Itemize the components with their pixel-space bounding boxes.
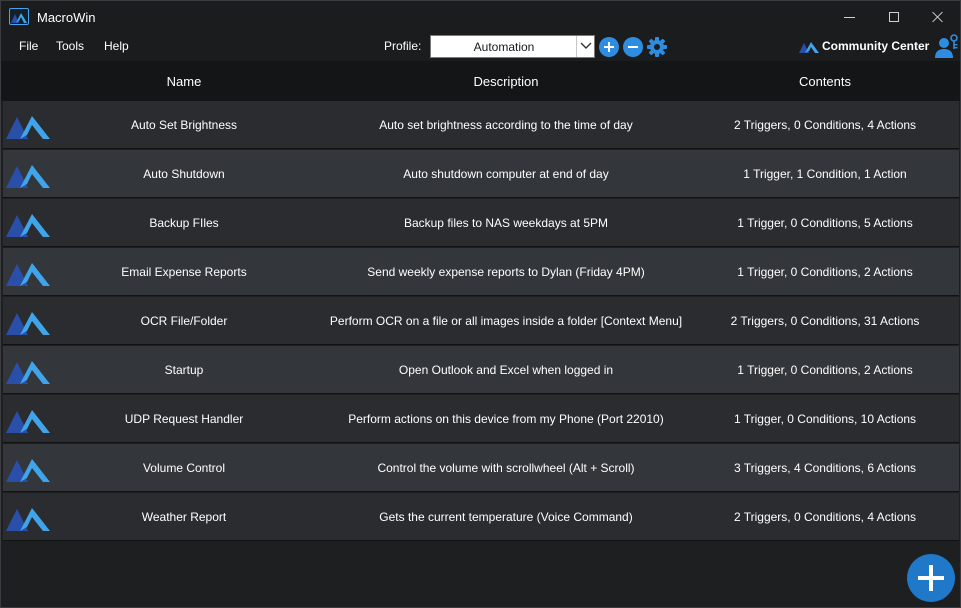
add-profile-button[interactable] — [599, 37, 619, 57]
app-window: MacroWin File Tools Help Profile: Automa… — [0, 0, 961, 608]
macro-name: Auto Set Brightness — [130, 118, 238, 132]
minimize-icon — [843, 16, 855, 18]
macro-logo-icon — [6, 113, 54, 144]
macro-contents: 2 Triggers, 0 Conditions, 31 Actions — [730, 314, 920, 328]
macro-logo-icon — [6, 456, 54, 487]
macro-description: Auto shutdown computer at end of day — [403, 167, 609, 181]
table-row[interactable]: Backup FIles Backup files to NAS weekdays… — [3, 199, 959, 247]
close-icon — [932, 11, 944, 23]
macro-description: Auto set brightness according to the tim… — [379, 118, 633, 132]
window-title: MacroWin — [37, 10, 96, 25]
profile-dropdown[interactable]: Automation — [430, 35, 595, 58]
community-center-link[interactable]: Community Center — [822, 39, 929, 53]
table-row[interactable]: Volume Control Control the volume with sc… — [3, 444, 959, 492]
column-header-description[interactable]: Description — [307, 74, 705, 89]
macro-description: Open Outlook and Excel when logged in — [398, 363, 614, 377]
chevron-down-icon[interactable] — [576, 36, 594, 57]
macrowin-logo-icon — [9, 8, 29, 25]
macro-name: Volume Control — [142, 461, 226, 475]
remove-profile-button[interactable] — [623, 37, 643, 57]
macro-contents: 1 Trigger, 0 Conditions, 5 Actions — [737, 216, 913, 230]
macro-name: OCR File/Folder — [140, 314, 228, 328]
table-row[interactable]: Startup Open Outlook and Excel when logge… — [3, 346, 959, 394]
close-button[interactable] — [915, 1, 961, 33]
menu-help[interactable]: Help — [104, 39, 129, 53]
macro-name: Startup — [164, 363, 204, 377]
table-row[interactable]: Email Expense Reports Send weekly expense… — [3, 248, 959, 296]
menu-tools[interactable]: Tools — [56, 39, 84, 53]
macro-contents: 1 Trigger, 1 Condition, 1 Action — [743, 167, 907, 181]
menu-bar: File Tools Help Profile: Automation Comm… — [1, 33, 960, 61]
macro-logo-icon — [6, 358, 54, 389]
macro-contents: 2 Triggers, 0 Conditions, 4 Actions — [733, 510, 917, 524]
macro-contents: 1 Trigger, 0 Conditions, 2 Actions — [737, 363, 913, 377]
macro-name: Backup FIles — [149, 216, 219, 230]
table-row[interactable]: Auto Set Brightness Auto set brightness a… — [3, 101, 959, 149]
macro-name: Auto Shutdown — [143, 167, 225, 181]
macro-description: Gets the current temperature (Voice Comm… — [379, 510, 633, 524]
column-header-contents[interactable]: Contents — [705, 74, 945, 89]
macro-logo-icon — [6, 260, 54, 291]
macro-logo-icon — [6, 309, 54, 340]
macro-name: UDP Request Handler — [124, 412, 244, 426]
add-macro-button[interactable] — [907, 554, 955, 602]
table-header: Name Description Contents — [1, 61, 960, 101]
profile-label: Profile: — [384, 39, 422, 53]
table-row[interactable]: Auto Shutdown Auto shutdown computer at e… — [3, 150, 959, 198]
gear-icon[interactable] — [646, 36, 668, 58]
macro-contents: 2 Triggers, 0 Conditions, 4 Actions — [733, 118, 917, 132]
macro-contents: 1 Trigger, 0 Conditions, 10 Actions — [733, 412, 917, 426]
macro-contents: 1 Trigger, 0 Conditions, 2 Actions — [737, 265, 913, 279]
macro-name: Email Expense Reports — [121, 265, 247, 279]
table-row[interactable]: UDP Request Handler Perform actions on th… — [3, 395, 959, 443]
table-row[interactable]: Weather Report Gets the current temperatu… — [3, 493, 959, 541]
column-header-name[interactable]: Name — [61, 74, 307, 89]
title-bar[interactable]: MacroWin — [1, 1, 960, 33]
macro-description: Perform OCR on a file or all images insi… — [329, 314, 683, 328]
minimize-button[interactable] — [826, 1, 872, 33]
macro-contents: 3 Triggers, 4 Conditions, 6 Actions — [733, 461, 917, 475]
maximize-icon — [889, 12, 899, 22]
macro-name: Weather Report — [141, 510, 227, 524]
maximize-button[interactable] — [871, 1, 917, 33]
macro-logo-icon — [6, 505, 54, 536]
macro-logo-icon — [6, 162, 54, 193]
macro-description: Backup files to NAS weekdays at 5PM — [403, 216, 609, 230]
table-row[interactable]: OCR File/Folder Perform OCR on a file or … — [3, 297, 959, 345]
profile-selected-value: Automation — [473, 40, 535, 54]
macro-logo-icon — [6, 211, 54, 242]
macro-logo-icon — [6, 407, 54, 438]
macro-description: Control the volume with scrollwheel (Alt… — [377, 461, 635, 475]
account-settings-icon[interactable] — [935, 33, 959, 64]
macro-description: Perform actions on this device from my P… — [348, 412, 664, 426]
macro-description: Send weekly expense reports to Dylan (Fr… — [367, 265, 645, 279]
menu-file[interactable]: File — [19, 39, 38, 53]
community-logo-icon[interactable] — [799, 40, 819, 58]
